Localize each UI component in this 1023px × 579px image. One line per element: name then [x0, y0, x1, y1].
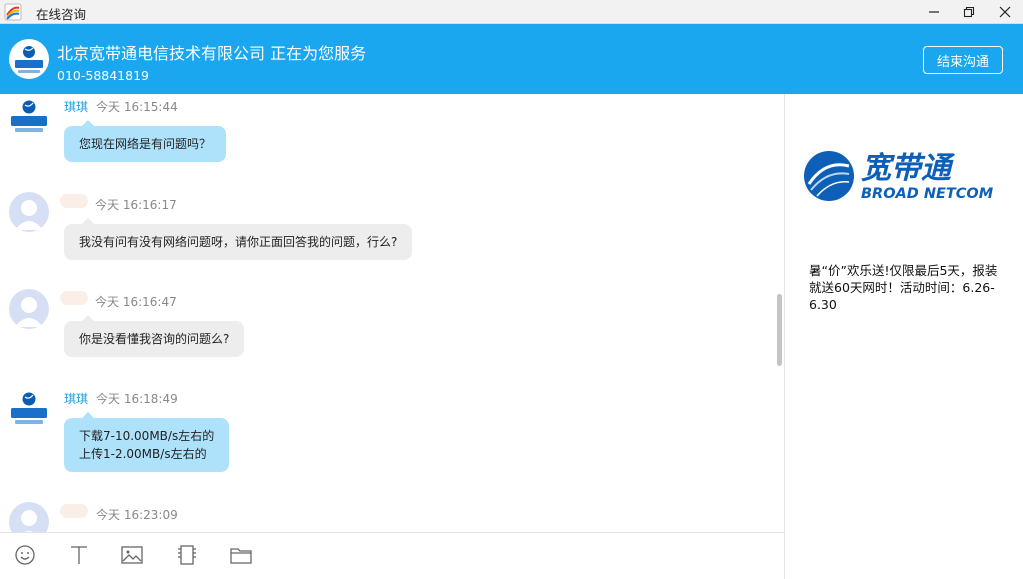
broadnetcom-logo-icon: 宽带通 BROAD NETCOM	[804, 151, 994, 202]
end-chat-button[interactable]: 结束沟通	[923, 46, 1003, 74]
user-avatar	[9, 192, 49, 232]
message-bubble: 我没有问有没有网络问题呀，请你正面回答我的问题，行么?	[64, 218, 413, 260]
header-phone: 010-58841819	[57, 68, 149, 83]
message-text: 您现在网络是有问题吗？	[79, 137, 212, 151]
maximize-button[interactable]	[951, 0, 987, 24]
text-format-button[interactable]	[67, 543, 91, 567]
sender-blur	[60, 291, 88, 305]
company-logo-icon	[15, 46, 43, 73]
image-button[interactable]	[120, 543, 144, 567]
logo-text-cn: 宽带通	[861, 151, 956, 186]
emoji-button[interactable]	[13, 543, 37, 567]
app-icon	[4, 3, 22, 21]
close-icon	[999, 6, 1011, 18]
message-list[interactable]: 琪琪 今天 16:15:44 您现在网络是有问题吗？ 今天 16:16:17 我…	[0, 94, 784, 532]
logo-text-en: BROAD NETCOM	[861, 186, 994, 202]
message-text: 上传1-2.00MB/s左右的	[79, 447, 207, 461]
screenshot-icon	[178, 545, 196, 565]
emoji-icon	[15, 545, 35, 565]
file-button[interactable]	[229, 543, 253, 567]
user-avatar	[9, 289, 49, 329]
message-bubble: 你是没看懂我咨询的问题么?	[64, 315, 245, 357]
header-title: 北京宽带通电信技术有限公司 正在为您服务	[57, 44, 367, 63]
screenshot-button[interactable]	[175, 543, 199, 567]
window-title: 在线咨询	[36, 7, 87, 22]
message-time: 今天 16:15:44	[96, 100, 178, 114]
message-time: 今天 16:16:17	[95, 198, 177, 212]
image-icon	[121, 546, 143, 564]
user-avatar-icon	[21, 510, 37, 532]
company-avatar	[9, 39, 49, 79]
message-time: 今天 16:16:47	[95, 295, 177, 309]
message-bubble: 您现在网络是有问题吗？	[64, 120, 227, 162]
user-avatar-icon	[15, 200, 43, 230]
chat-header: 北京宽带通电信技术有限公司 正在为您服务 010-58841819 结束沟通	[0, 24, 1023, 94]
title-bar: 在线咨询	[0, 0, 1023, 24]
chat-scrollbar[interactable]	[777, 94, 783, 532]
input-toolbar	[0, 532, 784, 579]
close-button[interactable]	[987, 0, 1023, 24]
message-sender: 琪琪	[64, 100, 89, 114]
minimize-icon	[929, 11, 939, 13]
user-avatar	[9, 502, 49, 532]
side-panel: 宽带通 BROAD NETCOM 暑“价”欢乐送!仅限最后5天，报装就送60天网…	[784, 94, 1023, 579]
text-format-icon	[71, 546, 87, 564]
message-sender: 琪琪	[64, 392, 89, 406]
message-text: 下载7-10.00MB/s左右的	[79, 429, 215, 443]
brand-logo: 宽带通 BROAD NETCOM	[803, 146, 1003, 206]
message-bubble: 下载7-10.00MB/s左右的 上传1-2.00MB/s左右的	[64, 412, 230, 472]
chat-window: 在线咨询 北京宽带通电信技术有限公司 正在为您服务 010-58841819 结…	[0, 0, 1023, 579]
agent-avatar-icon	[11, 100, 47, 132]
user-avatar-icon	[15, 297, 43, 327]
minimize-button[interactable]	[916, 0, 952, 24]
restore-icon	[963, 6, 975, 18]
message-time: 今天 16:18:49	[96, 392, 178, 406]
scroll-thumb[interactable]	[777, 294, 782, 366]
sender-blur	[60, 194, 88, 208]
message-text: 我没有问有没有网络问题呀，请你正面回答我的问题，行么?	[79, 235, 398, 249]
agent-avatar-icon	[11, 392, 47, 424]
promo-text: 暑“价”欢乐送!仅限最后5天，报装就送60天网时！活动时间：6.26-6.30	[809, 263, 998, 312]
message-text: 你是没看懂我咨询的问题么?	[79, 332, 230, 346]
message-time: 今天 16:23:09	[96, 508, 178, 522]
folder-icon	[230, 548, 252, 564]
sender-blur	[60, 504, 88, 518]
